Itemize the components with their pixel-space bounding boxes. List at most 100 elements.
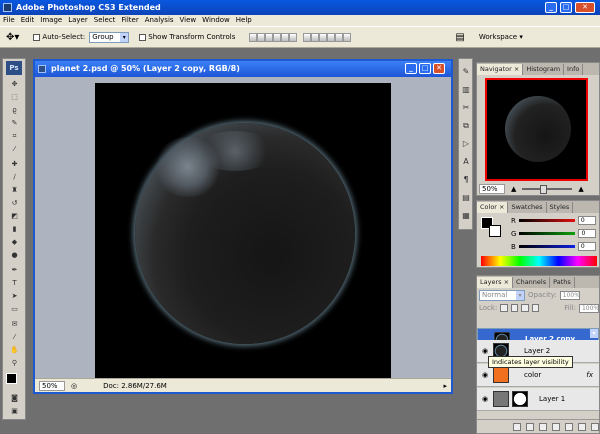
maximize-button[interactable]: □ — [560, 2, 572, 13]
doc-close-button[interactable]: ✕ — [433, 63, 445, 74]
path-select-tool-icon[interactable]: ➤ — [6, 291, 23, 301]
opacity-field[interactable]: 100% — [559, 290, 580, 300]
menu-file[interactable]: File — [0, 15, 18, 26]
bridge-icon[interactable]: ▤ — [455, 32, 464, 43]
navigator-preview[interactable] — [485, 78, 588, 181]
pen-tool-icon[interactable]: ✒ — [6, 265, 23, 275]
paragraph-panel-icon[interactable]: ¶ — [461, 175, 471, 185]
zoom-in-icon[interactable]: ▲ — [578, 185, 583, 193]
tab-info[interactable]: Info — [564, 63, 584, 75]
distribute-middle-icon[interactable] — [311, 32, 320, 42]
align-middle-icon[interactable] — [257, 32, 266, 42]
status-icon[interactable]: ◎ — [71, 382, 77, 390]
distribute-center-icon[interactable] — [335, 32, 344, 42]
blend-mode-dropdown[interactable]: Normal — [479, 289, 525, 301]
document-canvas[interactable] — [95, 83, 391, 378]
distribute-top-icon[interactable] — [303, 32, 312, 42]
lasso-tool-icon[interactable]: ϱ — [6, 105, 23, 115]
layer-effects-icon[interactable]: fx — [586, 371, 593, 379]
channel-r-slider[interactable] — [518, 219, 575, 222]
lock-image-icon[interactable] — [510, 304, 519, 312]
doc-minimize-button[interactable]: _ — [405, 63, 417, 74]
workspace-button[interactable]: Workspace ▾ — [479, 33, 523, 41]
eye-icon[interactable]: ◉ — [480, 394, 490, 404]
clone-stamp-tool-icon[interactable]: ♜ — [6, 185, 23, 195]
status-arrow-icon[interactable]: ▸ — [443, 382, 447, 390]
menu-filter[interactable]: Filter — [118, 15, 141, 26]
marquee-tool-icon[interactable]: ⬚ — [6, 92, 23, 102]
lock-position-icon[interactable] — [521, 304, 529, 312]
tab-styles[interactable]: Styles — [547, 201, 574, 213]
gradient-tool-icon[interactable]: ▮ — [6, 224, 23, 234]
align-center-icon[interactable] — [281, 32, 290, 42]
eye-icon[interactable]: ◉ — [480, 346, 490, 356]
menu-edit[interactable]: Edit — [18, 15, 38, 26]
type-tool-icon[interactable]: T — [6, 278, 23, 288]
brushes-panel-icon[interactable]: ✎ — [461, 67, 471, 77]
menu-image[interactable]: Image — [37, 15, 65, 26]
adjustment-layer-icon[interactable] — [552, 422, 560, 431]
new-layer-icon[interactable] — [578, 422, 586, 431]
doc-maximize-button[interactable]: □ — [419, 63, 431, 74]
screen-mode-icon[interactable]: ▣ — [6, 406, 23, 416]
menu-help[interactable]: Help — [233, 15, 255, 26]
color-spectrum-ramp[interactable] — [481, 256, 597, 266]
menu-view[interactable]: View — [177, 15, 200, 26]
eraser-tool-icon[interactable]: ◩ — [6, 211, 23, 221]
dodge-tool-icon[interactable]: ● — [6, 250, 23, 260]
eyedropper-2-tool-icon[interactable]: ⁄ — [6, 332, 23, 342]
channel-g-slider[interactable] — [519, 232, 576, 235]
channel-r-value[interactable]: 0 — [577, 216, 596, 225]
show-transform-checkbox[interactable]: Show Transform Controls — [139, 33, 235, 41]
actions-panel-icon[interactable]: ▷ — [461, 139, 471, 149]
align-right-icon[interactable] — [289, 32, 298, 42]
tab-channels[interactable]: Channels — [513, 276, 551, 288]
layer-comps-panel-icon[interactable]: ▤ — [461, 193, 471, 203]
link-layers-icon[interactable] — [513, 422, 521, 431]
add-mask-icon[interactable] — [539, 422, 547, 431]
lock-transparent-icon[interactable] — [500, 304, 508, 312]
shape-tool-icon[interactable]: ▭ — [6, 304, 23, 314]
align-top-icon[interactable] — [249, 32, 258, 42]
layer-row-layer-1[interactable]: ◉ Layer 1 — [477, 388, 599, 411]
distribute-right-icon[interactable] — [343, 32, 352, 42]
add-style-icon[interactable] — [526, 422, 534, 431]
navigator-zoom-slider[interactable] — [522, 185, 573, 194]
tab-color[interactable]: Color × — [477, 201, 509, 213]
move-tool-icon[interactable]: ✥ — [6, 79, 23, 89]
channel-b-value[interactable]: 0 — [577, 242, 596, 251]
blur-tool-icon[interactable]: ◆ — [6, 237, 23, 247]
character-panel-icon[interactable]: A — [461, 157, 471, 167]
tab-layers[interactable]: Layers × — [477, 276, 514, 288]
doc-zoom-field[interactable]: 50% — [39, 380, 65, 391]
foreground-color-swatch[interactable] — [6, 373, 17, 384]
tab-histogram[interactable]: Histogram — [523, 63, 565, 75]
minimize-button[interactable]: _ — [545, 2, 557, 13]
align-left-icon[interactable] — [273, 32, 282, 42]
history-brush-tool-icon[interactable]: ↺ — [6, 198, 23, 208]
hand-tool-icon[interactable]: ✋ — [6, 345, 23, 355]
notes-tool-icon[interactable]: ✉ — [6, 319, 23, 329]
eyedropper-tool-icon[interactable]: ⁄ — [6, 144, 23, 154]
color-background-swatch[interactable] — [489, 225, 501, 237]
tab-paths[interactable]: Paths — [550, 276, 575, 288]
quick-select-tool-icon[interactable]: ✎ — [6, 118, 23, 128]
navigator-zoom-field[interactable]: 50% — [479, 184, 505, 194]
menu-analysis[interactable]: Analysis — [142, 15, 177, 26]
brush-tool-icon[interactable]: ∕ — [6, 172, 23, 182]
delete-layer-icon[interactable] — [591, 422, 599, 431]
fill-field[interactable]: 100% — [578, 303, 599, 313]
distribute-bottom-icon[interactable] — [319, 32, 328, 42]
channel-b-slider[interactable] — [518, 245, 575, 248]
measurement-panel-icon[interactable]: ▦ — [461, 211, 471, 221]
crop-tool-icon[interactable]: ⌗ — [6, 131, 23, 141]
menu-window[interactable]: Window — [199, 15, 233, 26]
auto-select-dropdown[interactable]: Group — [89, 31, 130, 43]
tab-swatches[interactable]: Swatches — [508, 201, 547, 213]
eye-icon[interactable]: ◉ — [480, 370, 490, 380]
history-panel-icon[interactable]: ⧉ — [461, 121, 471, 131]
auto-select-checkbox[interactable]: Auto-Select: — [33, 33, 85, 41]
lock-all-icon[interactable] — [531, 304, 540, 312]
tab-navigator[interactable]: Navigator × — [477, 63, 524, 75]
zoom-tool-icon[interactable]: ⚲ — [6, 358, 23, 368]
